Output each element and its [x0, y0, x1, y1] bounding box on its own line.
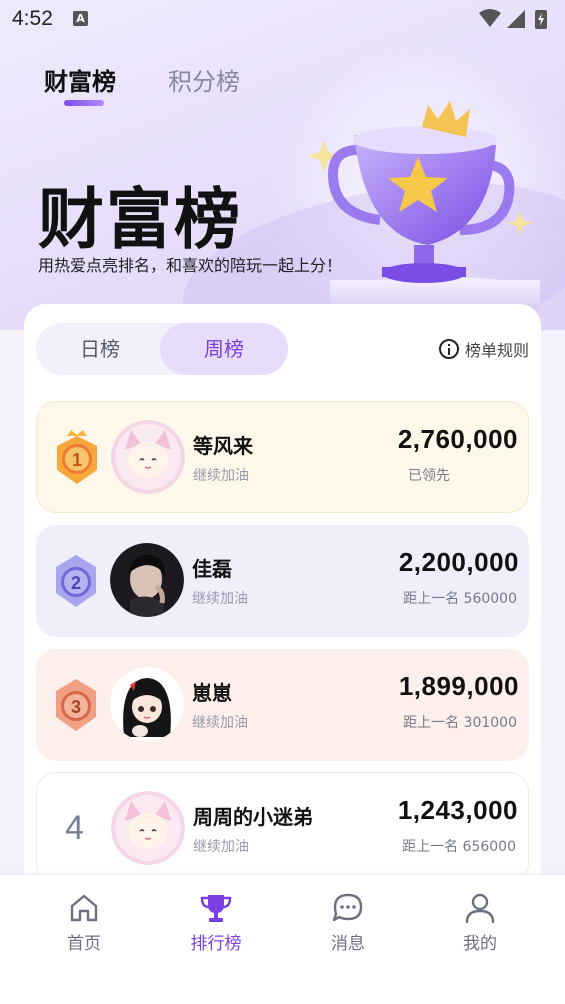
user-name: 崽崽 [192, 681, 232, 705]
nav-messages[interactable]: 消息 [308, 891, 388, 954]
period-switch: 日榜 周榜 [36, 323, 288, 375]
avatar[interactable] [110, 667, 184, 741]
silver-medal-icon: 2 [56, 555, 96, 607]
gap-text: 距上一名 301000 [403, 715, 517, 731]
avatar[interactable] [111, 420, 185, 494]
score-value: 2,200,000 [398, 547, 519, 577]
avatar[interactable] [111, 791, 185, 865]
avatar[interactable] [110, 543, 184, 617]
ranking-row-2[interactable]: 2 佳磊 继续加油 2,200,000 距上一名 560000 [36, 525, 529, 637]
score-value: 1,243,000 [397, 795, 518, 825]
ranking-row-3[interactable]: 3 崽崽 继续加油 1,899,000 距上一名 301000 [36, 649, 529, 761]
signal-icon [507, 10, 525, 28]
hero-banner: 4:52 A 财富榜 积分榜 财富榜 用热爱点亮排名，和喜欢的陪玩一起上分！ [0, 0, 565, 330]
user-subtitle: 继续加油 [192, 715, 248, 731]
svg-text:1: 1 [72, 450, 82, 470]
gap-text: 距上一名 656000 [402, 839, 516, 855]
user-name: 佳磊 [192, 557, 232, 581]
trophy-nav-icon [200, 895, 232, 922]
gold-medal-icon: 1 [57, 430, 97, 484]
bronze-medal-icon: 3 [56, 679, 96, 731]
nav-home-label: 首页 [67, 934, 101, 954]
trophy-icon [310, 101, 540, 310]
nav-ranking[interactable]: 排行榜 [176, 891, 256, 954]
status-icons [479, 9, 547, 29]
rank-number: 4 [65, 809, 84, 847]
gap-text: 距上一名 560000 [403, 591, 517, 607]
status-bar: 4:52 A [0, 0, 565, 40]
hero-title: 财富榜 [38, 181, 242, 258]
nav-home[interactable]: 首页 [44, 891, 124, 954]
status-time: 4:52 [12, 7, 53, 30]
info-icon [438, 339, 459, 359]
bottom-nav: 首页 排行榜 消息 我的 [0, 874, 565, 1004]
ranking-panel: 日榜 周榜 榜单规则 1 等风来 继续加油 2,760,000 已领先 2 佳磊… [24, 304, 541, 924]
svg-text:2: 2 [71, 573, 81, 593]
ranking-row-1[interactable]: 1 等风来 继续加油 2,760,000 已领先 [36, 401, 529, 513]
user-name: 周周的小迷弟 [193, 805, 313, 829]
nav-ranking-label: 排行榜 [190, 934, 242, 954]
score-value: 1,899,000 [398, 671, 519, 701]
wifi-icon [479, 9, 501, 27]
user-subtitle: 继续加油 [192, 591, 248, 607]
nav-messages-label: 消息 [331, 934, 365, 954]
chat-icon [332, 893, 363, 922]
score-value: 2,760,000 [397, 424, 518, 454]
rules-label: 榜单规则 [464, 341, 529, 360]
user-name: 等风来 [193, 434, 253, 458]
home-icon [70, 894, 98, 922]
tab-daily[interactable]: 日榜 [36, 323, 164, 375]
user-subtitle: 继续加油 [193, 468, 249, 484]
rules-link[interactable]: 榜单规则 [438, 337, 529, 361]
tab-points[interactable]: 积分榜 [168, 62, 240, 97]
hero-subtitle: 用热爱点亮排名，和喜欢的陪玩一起上分！ [38, 256, 343, 275]
notification-icon: A [73, 11, 88, 26]
nav-profile-label: 我的 [463, 934, 497, 954]
tab-weekly[interactable]: 周榜 [160, 323, 288, 375]
tab-wealth[interactable]: 财富榜 [44, 62, 116, 97]
svg-text:3: 3 [71, 697, 81, 717]
tab-underline [64, 100, 104, 106]
nav-profile[interactable]: 我的 [440, 891, 520, 954]
user-icon [465, 893, 495, 924]
ranking-row-4[interactable]: 4 周周的小迷弟 继续加油 1,243,000 距上一名 656000 [36, 772, 529, 884]
gap-text: 已领先 [408, 468, 450, 484]
user-subtitle: 继续加油 [193, 839, 249, 855]
